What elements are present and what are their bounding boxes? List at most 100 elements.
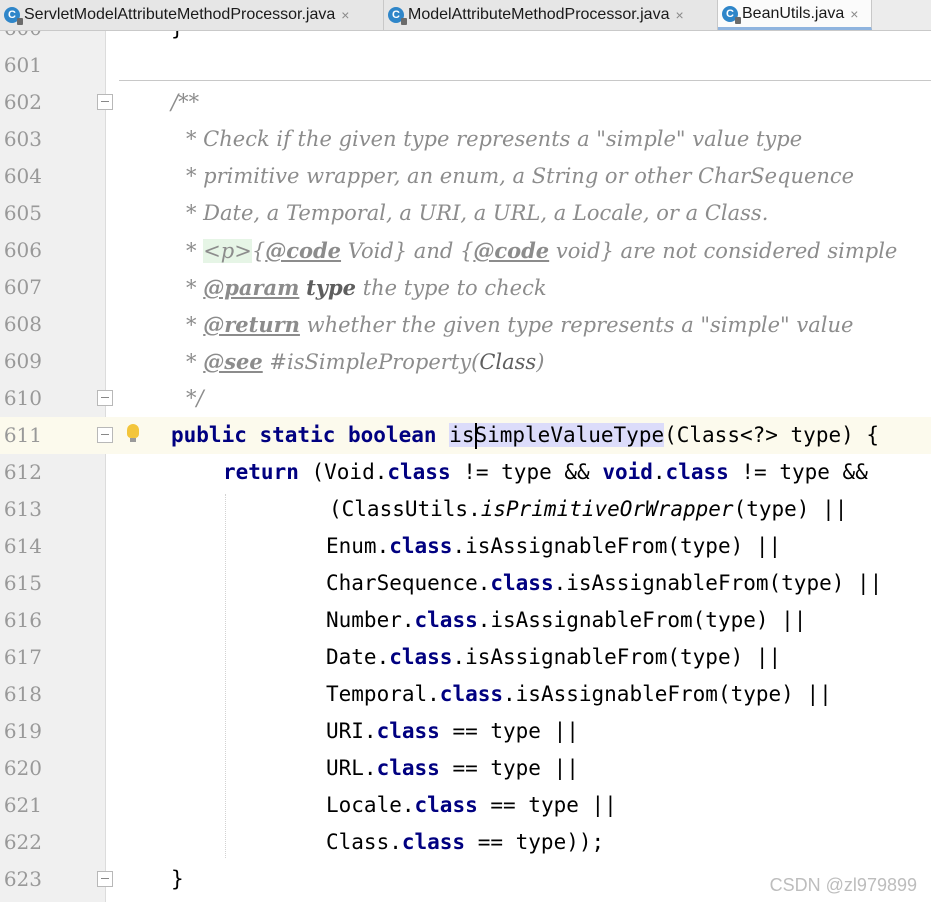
html-tag: <p> — [203, 239, 252, 263]
code-text: .isAssignableFrom(type) || — [503, 682, 832, 706]
line-number: 608 — [3, 312, 42, 336]
comment-text: ) — [536, 350, 545, 374]
code-text: Temporal.class.isAssignableFrom(type) || — [326, 676, 832, 713]
code-line: 622 Class.class == type)); — [0, 824, 931, 861]
code-text: . — [652, 460, 666, 484]
code-text: * @see #isSimpleProperty(Class) — [186, 343, 544, 380]
tab-label: ServletModelAttributeMethodProcessor.jav… — [24, 6, 336, 23]
code-line: 604 * primitive wrapper, an enum, a Stri… — [0, 158, 931, 195]
line-number: 613 — [3, 497, 42, 521]
code-line: 619 URI.class == type || — [0, 713, 931, 750]
code-text: Date.class.isAssignableFrom(type) || — [326, 639, 781, 676]
fold-icon[interactable] — [97, 871, 113, 887]
comment-text: * — [186, 239, 204, 263]
comment-text: * — [186, 313, 204, 337]
line-number: 620 — [3, 756, 42, 780]
comment-text: whether the given type represents a "sim… — [299, 313, 854, 337]
line-number: 601 — [3, 53, 42, 77]
keyword: public static boolean — [171, 423, 437, 447]
code-text: == type || — [439, 719, 579, 743]
keyword: class — [490, 571, 554, 595]
line-number: 602 — [3, 90, 42, 114]
line-number: 604 — [3, 164, 42, 188]
code-text: (ClassUtils. — [329, 497, 481, 521]
keyword: class — [414, 793, 478, 817]
close-icon[interactable]: × — [850, 6, 858, 22]
keyword: class — [401, 830, 466, 854]
comment-text: void} are not considered simple — [549, 239, 898, 263]
keyword: class — [376, 719, 440, 743]
line-number: 623 — [3, 867, 42, 891]
param-name: type — [306, 275, 357, 300]
comment-text: Void} and { — [341, 239, 474, 263]
keyword: class — [665, 460, 729, 484]
code-text: CharSequence.class.isAssignableFrom(type… — [326, 565, 882, 602]
code-line: 612 return (Void.class != type && void.c… — [0, 454, 931, 491]
code-line: 616 Number.class.isAssignableFrom(type) … — [0, 602, 931, 639]
javadoc-tag: @return — [203, 312, 300, 337]
close-icon[interactable]: × — [341, 7, 349, 23]
keyword: class — [389, 534, 453, 558]
line-number: 622 — [3, 830, 42, 854]
code-line: 605 * Date, a Temporal, a URI, a URL, a … — [0, 195, 931, 232]
code-text: Temporal. — [326, 682, 440, 706]
fold-icon[interactable] — [97, 94, 113, 110]
code-text: (Void. — [298, 460, 388, 484]
keyword: class — [439, 682, 504, 706]
lightbulb-icon[interactable] — [127, 424, 139, 442]
code-text: Class.class == type)); — [326, 824, 604, 861]
javadoc-tag: @param — [203, 275, 300, 300]
javadoc-tag: @code — [265, 238, 342, 263]
code-text: Number.class.isAssignableFrom(type) || — [326, 602, 806, 639]
code-text: != type && — [728, 460, 868, 484]
line-number: 609 — [3, 349, 42, 373]
fold-icon[interactable] — [97, 390, 113, 406]
line-number: 607 — [3, 275, 42, 299]
line-number: 621 — [3, 793, 42, 817]
comment-text: * Check if the given type represents a "… — [186, 127, 803, 151]
comment-text: the type to check — [356, 276, 547, 300]
code-text: Enum.class.isAssignableFrom(type) || — [326, 528, 781, 565]
code-line: 613 (ClassUtils.isPrimitiveOrWrapper(typ… — [0, 491, 931, 528]
watermark: CSDN @zl979899 — [769, 875, 917, 895]
tab-label: ModelAttributeMethodProcessor.java — [408, 6, 670, 23]
code-text: == type || — [439, 756, 579, 780]
code-text: Date. — [326, 645, 390, 669]
code-line: 603 * Check if the given type represents… — [0, 121, 931, 158]
java-class-icon: C — [4, 7, 23, 25]
code-text: Locale.class == type || — [326, 787, 617, 824]
code-text: URI.class == type || — [326, 713, 579, 750]
code-text: * <p>{@code Void} and {@code void} are n… — [186, 232, 897, 269]
line-number: 603 — [3, 127, 42, 151]
code-text: URI. — [326, 719, 377, 743]
close-icon[interactable]: × — [675, 7, 683, 23]
class-reference[interactable]: Class — [479, 350, 536, 374]
code-line: 609 * @see #isSimpleProperty(Class) — [0, 343, 931, 380]
tab-model-attribute-method-processor[interactable]: C ModelAttributeMethodProcessor.java × — [384, 0, 718, 30]
java-class-icon: C — [722, 5, 741, 24]
line-number: 615 — [3, 571, 42, 595]
fold-icon[interactable] — [97, 427, 113, 443]
keyword: class — [376, 756, 440, 780]
code-line: 615 CharSequence.class.isAssignableFrom(… — [0, 565, 931, 602]
code-text: * @return whether the given type represe… — [186, 306, 853, 343]
code-text: .isAssignableFrom(type) || — [452, 534, 782, 558]
code-text: URL.class == type || — [326, 750, 579, 787]
code-text: CharSequence. — [326, 571, 491, 595]
code-line: 610 */ — [0, 380, 931, 417]
javadoc-tag: @code — [473, 238, 550, 263]
comment-text: */ — [186, 386, 204, 410]
code-text: == type)); — [465, 830, 605, 854]
comment-text: * — [186, 276, 204, 300]
keyword: class — [414, 608, 478, 632]
keyword: class — [387, 460, 451, 484]
code-text: Number. — [326, 608, 415, 632]
comment-text: * — [186, 350, 204, 374]
tab-servlet-model-attribute-method-processor[interactable]: C ServletModelAttributeMethodProcessor.j… — [0, 0, 384, 30]
editor-tab-bar: C ServletModelAttributeMethodProcessor.j… — [0, 0, 931, 31]
code-text: == type || — [477, 793, 617, 817]
method-name-highlight[interactable]: isSimpleValueType — [449, 423, 665, 447]
code-text: * @param type the type to check — [186, 269, 547, 306]
tab-bean-utils[interactable]: C BeanUtils.java × — [718, 0, 872, 30]
code-text: Enum. — [326, 534, 390, 558]
